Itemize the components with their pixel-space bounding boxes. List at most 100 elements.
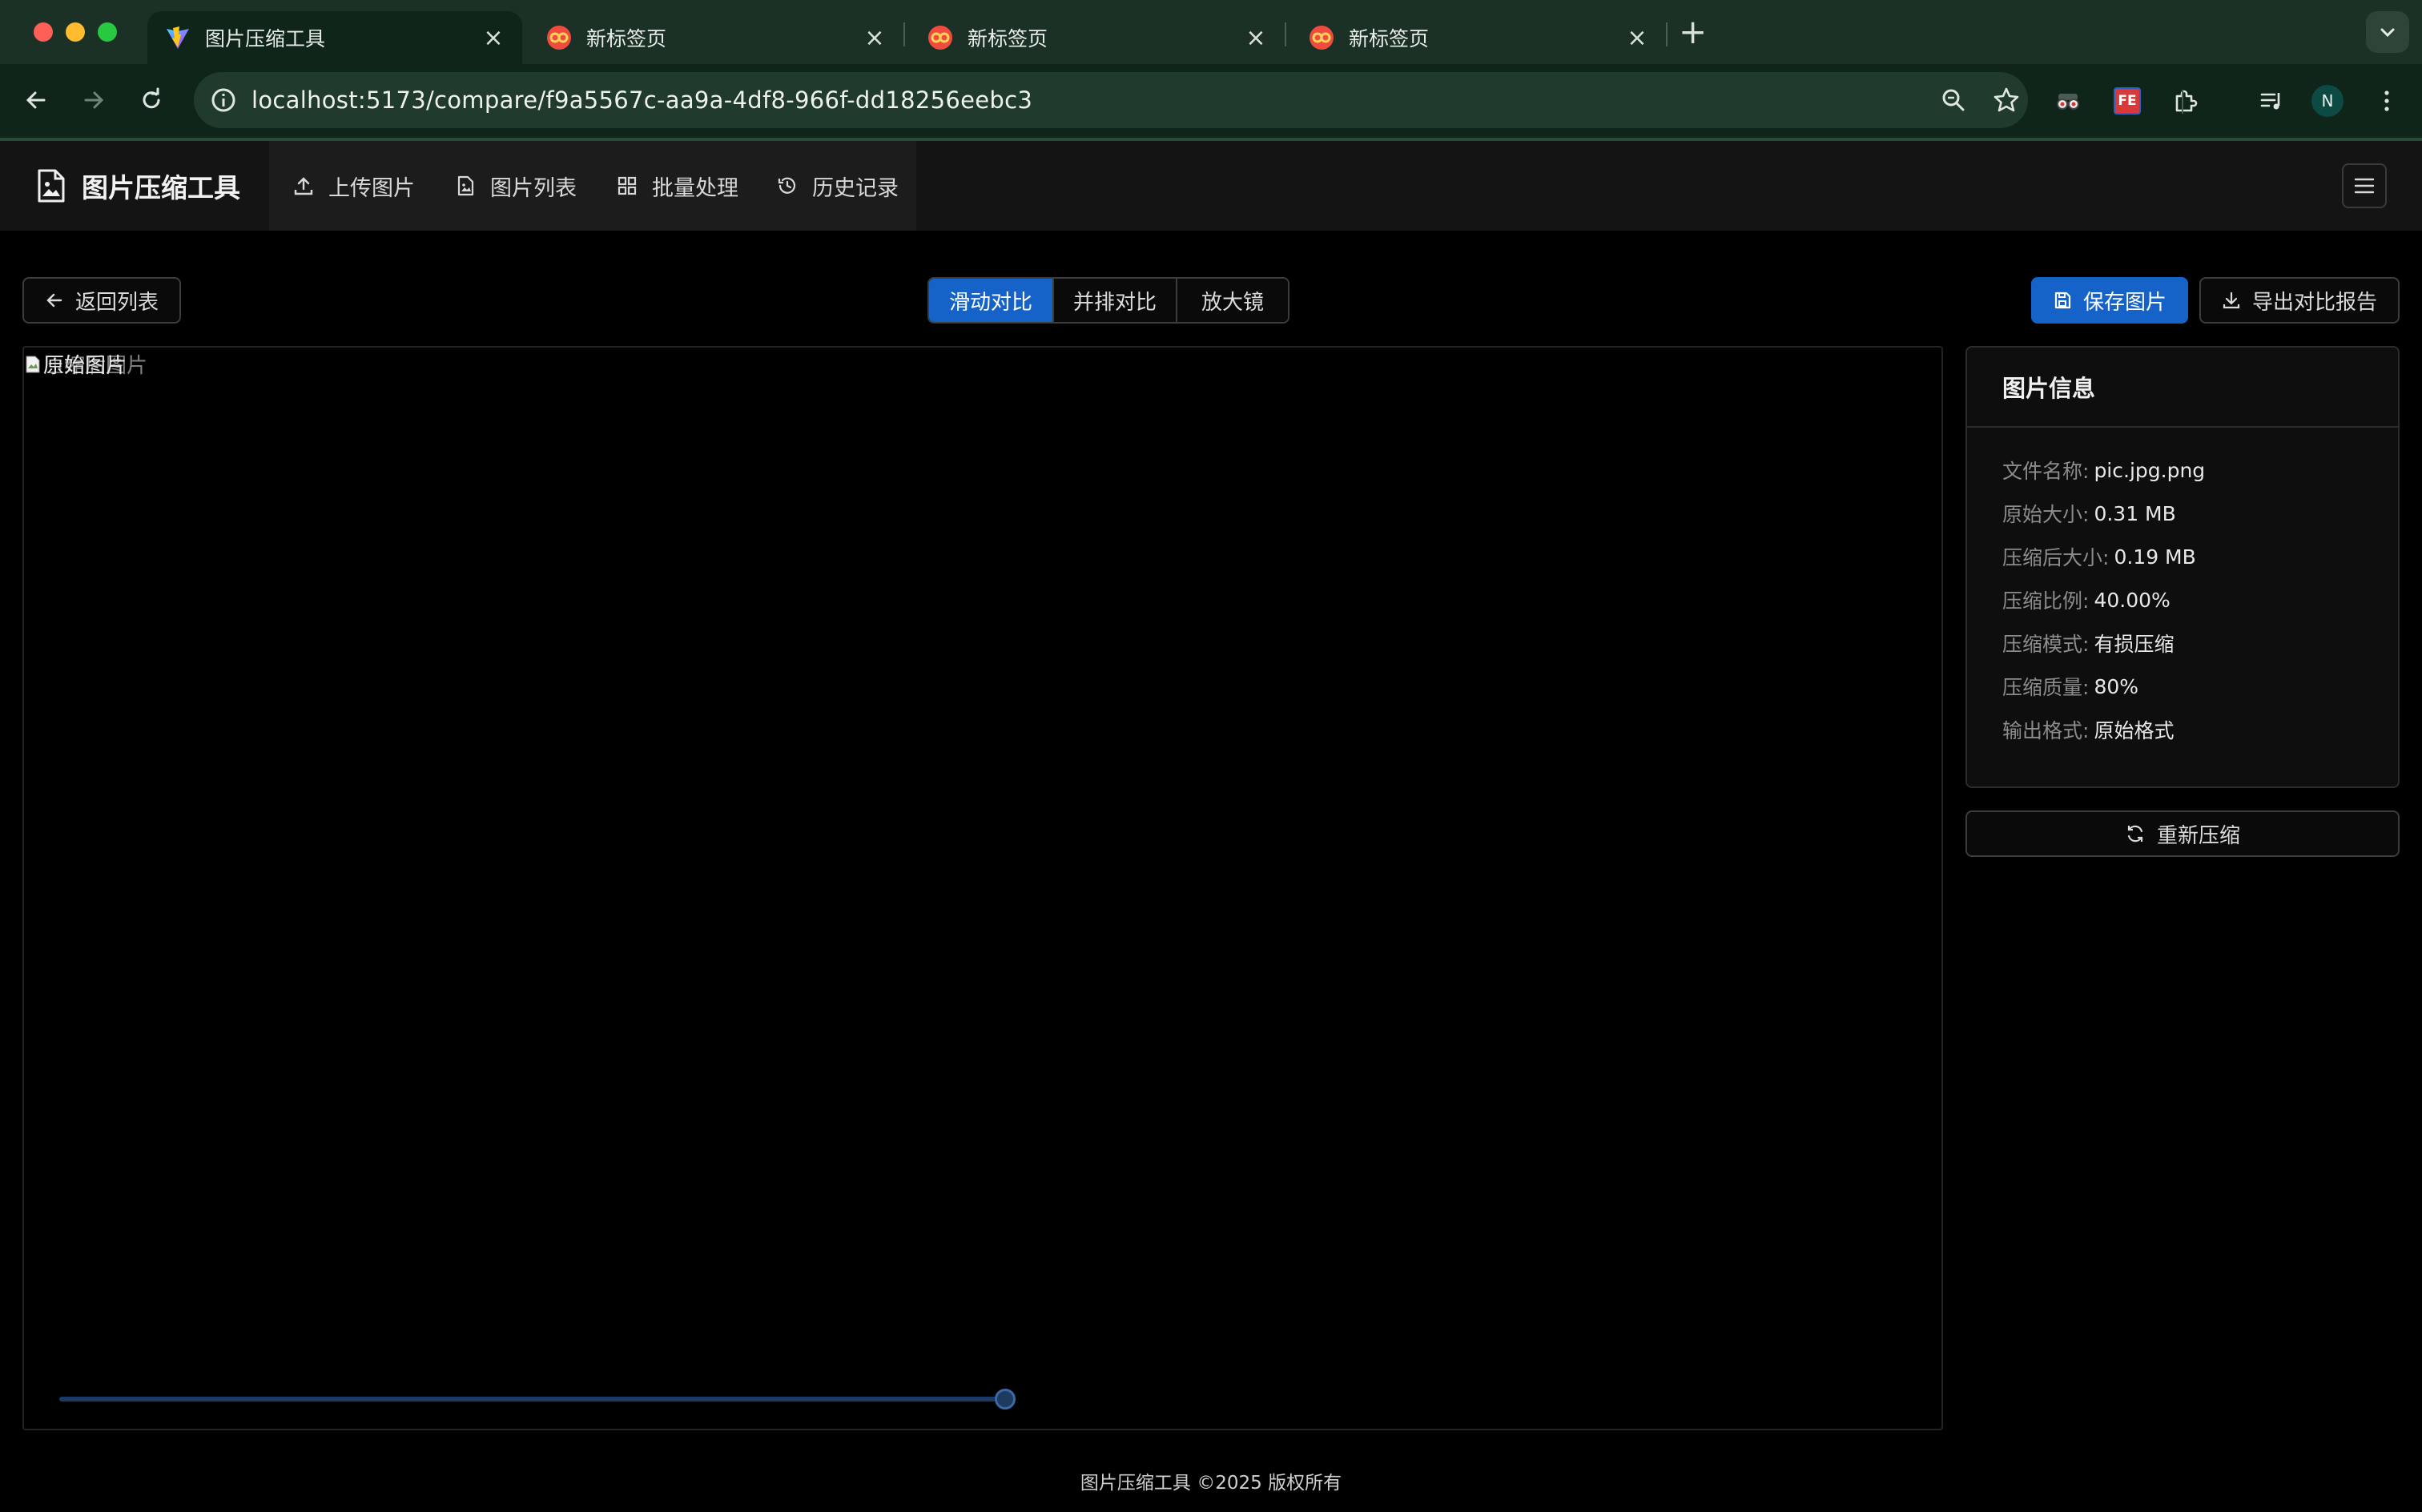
info-value: 原始格式 xyxy=(2094,719,2175,742)
nav-item-batch[interactable]: 批量处理 xyxy=(617,141,738,231)
info-value: 有损压缩 xyxy=(2094,633,2175,656)
nav-item-label: 图片列表 xyxy=(490,175,577,201)
back-to-list-button[interactable]: 返回列表 xyxy=(22,277,181,324)
view-mode-switch: 滑动对比 并排对比 放大镜 xyxy=(927,277,1289,324)
info-row-format: 输出格式: 原始格式 xyxy=(2002,708,2398,751)
vite-favicon-icon xyxy=(167,26,189,49)
nav-item-history[interactable]: 历史记录 xyxy=(777,141,899,231)
info-value: 40.00% xyxy=(2094,588,2171,612)
tab-close-icon[interactable]: × xyxy=(1626,24,1648,52)
file-image-icon xyxy=(457,175,474,196)
browser-tab[interactable]: 新标签页 × xyxy=(1291,11,1666,64)
extension-fe-icon[interactable]: FE xyxy=(2111,85,2143,117)
mode-slider-compare[interactable]: 滑动对比 xyxy=(929,279,1054,322)
url-text[interactable]: localhost:5173/compare/f9a5567c-aa9a-4df… xyxy=(251,72,1032,128)
mode-side-by-side[interactable]: 并排对比 xyxy=(1054,279,1177,322)
address-bar[interactable]: localhost:5173/compare/f9a5567c-aa9a-4df… xyxy=(194,72,2028,128)
browser-tab[interactable]: 新标签页 × xyxy=(529,11,903,64)
chevron-down-icon xyxy=(2380,28,2395,38)
compare-slider-track[interactable] xyxy=(59,1397,1009,1401)
info-value: 0.31 MB xyxy=(2094,501,2176,525)
info-label: 输出格式: xyxy=(2002,719,2090,742)
extensions-puzzle-icon[interactable] xyxy=(2169,85,2201,117)
info-row-original-size: 原始大小: 0.31 MB xyxy=(2002,492,2398,535)
compare-slider-handle[interactable] xyxy=(995,1389,1016,1409)
brand-title: 图片压缩工具 xyxy=(82,172,240,203)
nav-item-label: 上传图片 xyxy=(328,175,415,201)
tab-close-icon[interactable]: × xyxy=(1245,24,1267,52)
broken-image-icon xyxy=(26,356,40,372)
browser-tab-strip: 图片压缩工具 × 新标签页 × 新标签页 × 新标签页 × + xyxy=(0,0,2422,64)
new-tab-favicon-icon xyxy=(928,26,952,50)
save-image-button[interactable]: 保存图片 xyxy=(2031,277,2188,324)
file-image-logo-icon xyxy=(38,169,65,203)
back-nav-button[interactable] xyxy=(16,80,56,120)
recompress-button[interactable]: 重新压缩 xyxy=(1965,810,2400,857)
info-value: 0.19 MB xyxy=(2114,545,2196,569)
compare-viewer[interactable]: 原始图片 压缩后图片 xyxy=(22,346,1943,1430)
info-value: 80% xyxy=(2094,674,2139,698)
tab-close-icon[interactable]: × xyxy=(482,24,505,52)
mode-magnifier[interactable]: 放大镜 xyxy=(1177,279,1288,322)
info-row-compressed-size: 压缩后大小: 0.19 MB xyxy=(2002,535,2398,578)
nav-item-image-list[interactable]: 图片列表 xyxy=(455,141,577,231)
recompress-label: 重新压缩 xyxy=(2156,823,2240,848)
window-close-button[interactable] xyxy=(34,22,53,42)
new-tab-favicon-icon xyxy=(1310,26,1334,50)
window-minimize-button[interactable] xyxy=(66,22,85,42)
forward-nav-button[interactable] xyxy=(74,80,114,120)
new-tab-button[interactable]: + xyxy=(1679,14,1707,50)
hamburger-menu-button[interactable] xyxy=(2342,163,2387,208)
info-row-quality: 压缩质量: 80% xyxy=(2002,665,2398,708)
browser-tab-active[interactable]: 图片压缩工具 × xyxy=(147,11,522,64)
tab-title: 新标签页 xyxy=(586,27,667,50)
app-header: 图片压缩工具 上传图片 图片列表 批量处理 历史记录 xyxy=(0,141,2422,231)
info-label: 压缩模式: xyxy=(2002,633,2090,656)
more-vertical-icon xyxy=(2384,90,2389,111)
extension-glasses-icon[interactable] xyxy=(2052,85,2084,117)
info-row-mode: 压缩模式: 有损压缩 xyxy=(2002,621,2398,665)
info-label: 压缩比例: xyxy=(2002,589,2090,613)
info-label: 文件名称: xyxy=(2002,460,2090,483)
grid-icon xyxy=(618,176,637,195)
window-zoom-button[interactable] xyxy=(98,22,117,42)
export-report-button[interactable]: 导出对比报告 xyxy=(2199,277,2400,324)
tab-close-icon[interactable]: × xyxy=(863,24,886,52)
info-label: 压缩质量: xyxy=(2002,676,2090,699)
toolbar-separator xyxy=(2182,90,2183,114)
reload-button[interactable] xyxy=(131,80,171,120)
arrow-right-icon xyxy=(84,91,104,109)
zoom-icon[interactable] xyxy=(1938,85,1969,115)
bookmark-star-icon[interactable] xyxy=(1991,85,2022,115)
tab-title: 图片压缩工具 xyxy=(205,27,326,50)
profile-avatar[interactable]: N xyxy=(2311,85,2344,117)
arrow-left-icon xyxy=(46,293,62,308)
upload-icon xyxy=(294,177,313,195)
browser-tab[interactable]: 新标签页 × xyxy=(910,11,1285,64)
image-info-card: 图片信息 文件名称: pic.jpg.png 原始大小: 0.31 MB 压缩后… xyxy=(1965,346,2400,788)
browser-menu-button[interactable] xyxy=(2371,85,2403,117)
new-tab-favicon-icon xyxy=(547,26,571,50)
tab-separator xyxy=(1666,22,1668,46)
tab-separator xyxy=(1285,22,1286,46)
image-alt-text: 原始图片 压缩后图片 xyxy=(43,349,147,379)
info-row-filename: 文件名称: pic.jpg.png xyxy=(2002,448,2398,492)
image-info-list: 文件名称: pic.jpg.png 原始大小: 0.31 MB 压缩后大小: 0… xyxy=(1967,428,2398,751)
media-control-icon[interactable] xyxy=(2255,85,2287,117)
site-info-icon[interactable] xyxy=(208,85,239,115)
reload-icon xyxy=(143,87,160,109)
history-icon xyxy=(778,177,796,194)
original-image: 原始图片 压缩后图片 xyxy=(26,349,147,379)
compressed-image-alt: 压缩后图片 xyxy=(43,354,148,378)
back-to-list-label: 返回列表 xyxy=(74,290,159,315)
app-brand[interactable]: 图片压缩工具 xyxy=(35,141,240,231)
tab-search-button[interactable] xyxy=(2366,11,2409,53)
refresh-icon xyxy=(2127,825,2143,842)
tab-title: 新标签页 xyxy=(1349,27,1430,50)
page-footer: 图片压缩工具 ©2025 版权所有 xyxy=(1080,1473,1342,1494)
save-image-label: 保存图片 xyxy=(2082,290,2167,315)
download-icon xyxy=(2223,292,2240,309)
image-info-title: 图片信息 xyxy=(1967,348,2398,428)
nav-item-upload[interactable]: 上传图片 xyxy=(293,141,415,231)
nav-item-label: 批量处理 xyxy=(652,175,738,201)
